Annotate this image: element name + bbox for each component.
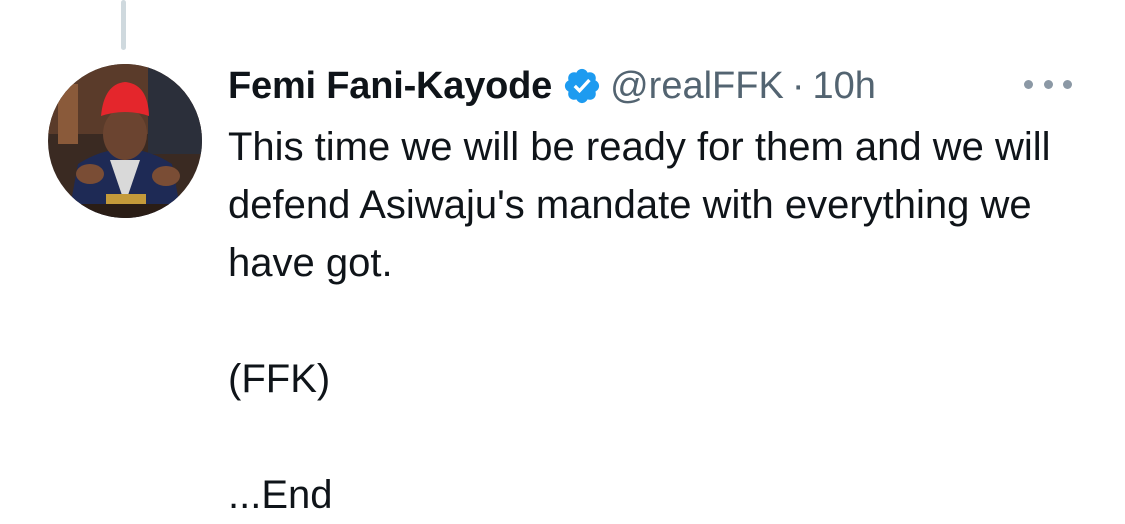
ellipsis-dot — [1024, 79, 1033, 89]
thread-connector-line — [121, 0, 126, 50]
ellipsis-icon[interactable] — [1024, 76, 1072, 92]
author-handle[interactable]: @realFFK — [610, 65, 784, 108]
avatar[interactable] — [48, 64, 202, 218]
author-display-name[interactable]: Femi Fani-Kayode — [228, 65, 552, 108]
tweet-paragraph: (FFK) — [228, 357, 331, 401]
profile-photo — [48, 64, 202, 218]
tweet-timestamp[interactable]: 10h — [812, 65, 875, 108]
ellipsis-dot — [1063, 79, 1072, 89]
ellipsis-dot — [1043, 79, 1053, 89]
separator-dot: · — [791, 64, 805, 107]
tweet-paragraph: This time we will be ready for them and … — [228, 125, 1051, 285]
tweet-text: This time we will be ready for them and … — [228, 118, 1108, 524]
tweet-header: Femi Fani-Kayode @realFFK · 10h — [228, 60, 876, 112]
verified-badge-icon — [562, 66, 602, 106]
tweet-paragraph: ...End — [228, 473, 333, 517]
